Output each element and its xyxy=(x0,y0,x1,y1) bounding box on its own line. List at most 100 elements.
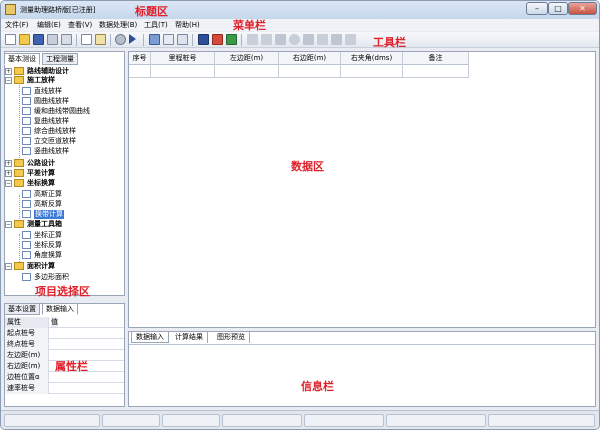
polyline-icon[interactable] xyxy=(345,34,356,45)
folder-open-icon xyxy=(14,76,24,84)
paste-icon[interactable] xyxy=(95,34,106,45)
table-cell[interactable] xyxy=(341,65,403,78)
open-icon[interactable] xyxy=(19,34,30,45)
settings-gear-icon[interactable] xyxy=(115,34,126,45)
folder-open-icon xyxy=(14,179,24,187)
toolbar-separator xyxy=(192,34,193,46)
toolbar xyxy=(1,32,599,48)
annotation-info-bar: 信息栏 xyxy=(301,380,334,393)
tab-basic-setup[interactable]: 基本测设 xyxy=(4,53,40,65)
table-row[interactable] xyxy=(129,65,469,78)
annotation-toolbar: 工具栏 xyxy=(373,36,406,49)
folder-icon xyxy=(14,67,24,75)
menu-help[interactable]: 帮助(H) xyxy=(175,20,200,30)
menu-data-processing[interactable]: 数据处理(B) xyxy=(99,20,137,30)
line-tool-icon[interactable] xyxy=(247,34,258,45)
pan-hand-icon[interactable] xyxy=(303,34,314,45)
close-button[interactable]: ✕ xyxy=(568,2,597,15)
document-icon xyxy=(22,251,31,259)
document-icon xyxy=(22,117,31,125)
data-grid-panel: 序号 里程桩号 左边距(m) 右边距(m) 右夹角(dms) 备注 xyxy=(128,51,596,328)
new-icon[interactable] xyxy=(5,34,16,45)
toolbar-separator xyxy=(110,34,111,46)
document-icon xyxy=(22,107,31,115)
save-icon[interactable] xyxy=(33,34,44,45)
status-segment xyxy=(304,414,384,427)
table-cell[interactable] xyxy=(279,65,341,78)
curve-tool-icon[interactable] xyxy=(261,34,272,45)
menu-tools[interactable]: 工具(T) xyxy=(144,20,168,30)
chart-icon[interactable] xyxy=(149,34,160,45)
property-label: 终点桩号 xyxy=(5,339,49,350)
minimize-button[interactable]: – xyxy=(526,2,548,15)
menu-edit[interactable]: 编辑(E) xyxy=(37,20,61,30)
menu-file[interactable]: 文件(F) xyxy=(5,20,29,30)
tab-calc-results[interactable]: 计算结果 xyxy=(171,332,208,343)
tree-connector xyxy=(19,195,20,223)
marker-icon[interactable] xyxy=(212,34,223,45)
annotation-data-area: 数据区 xyxy=(291,160,324,173)
status-segment xyxy=(386,414,486,427)
property-label: 左边距(m) xyxy=(5,350,49,361)
annotation-property-bar: 属性栏 xyxy=(55,360,88,373)
window-title: 测量助理路桥版[已注册] xyxy=(20,6,96,14)
column-header[interactable]: 里程桩号 xyxy=(151,52,215,65)
grid-header: 序号 里程桩号 左边距(m) 右边距(m) 右夹角(dms) 备注 xyxy=(129,52,469,65)
property-header: 属性 值 xyxy=(5,317,124,328)
document-icon xyxy=(22,97,31,105)
menu-bar: 文件(F) 编辑(E) 查看(V) 数据处理(B) 工具(T) 帮助(H) xyxy=(1,19,599,31)
document-icon xyxy=(22,137,31,145)
zoom-icon[interactable] xyxy=(289,34,300,45)
print-preview-icon[interactable] xyxy=(47,34,58,45)
measure-icon[interactable] xyxy=(198,34,209,45)
main-window: 测量助理路桥版[已注册] – □ ✕ 文件(F) 编辑(E) 查看(V) 数据处… xyxy=(0,0,600,430)
tree-connector xyxy=(19,85,20,164)
app-icon xyxy=(5,4,16,15)
info-divider xyxy=(129,344,595,345)
table-cell[interactable] xyxy=(403,65,469,78)
fill-icon[interactable] xyxy=(331,34,342,45)
property-row[interactable]: 终点桩号 xyxy=(5,339,124,350)
tab-bottom-data-input[interactable]: 数据输入 xyxy=(131,332,169,343)
tab-basic-settings[interactable]: 基本设置 xyxy=(4,303,40,315)
status-segment xyxy=(4,414,100,427)
run-play-icon[interactable] xyxy=(129,34,136,44)
maximize-button[interactable]: □ xyxy=(548,2,568,15)
edit-doc-icon[interactable] xyxy=(177,34,188,45)
property-row[interactable]: 起点桩号 xyxy=(5,328,124,339)
toolbar-separator xyxy=(241,34,242,46)
tab-engineering-survey[interactable]: 工程测量 xyxy=(42,53,78,65)
grid-icon[interactable] xyxy=(317,34,328,45)
annotation-menu-bar: 菜单栏 xyxy=(233,19,266,32)
status-segment xyxy=(222,414,302,427)
property-label: 起点桩号 xyxy=(5,328,49,339)
rectangle-tool-icon[interactable] xyxy=(275,34,286,45)
print-icon[interactable] xyxy=(61,34,72,45)
column-header[interactable]: 备注 xyxy=(403,52,469,65)
column-header[interactable]: 右边距(m) xyxy=(279,52,341,65)
copy-icon[interactable] xyxy=(81,34,92,45)
column-header[interactable]: 右夹角(dms) xyxy=(341,52,403,65)
document-icon xyxy=(22,200,31,208)
document-icon xyxy=(22,147,31,155)
column-header[interactable]: 左边距(m) xyxy=(215,52,279,65)
table-cell[interactable] xyxy=(151,65,215,78)
tab-data-input[interactable]: 数据输入 xyxy=(42,303,78,315)
menu-view[interactable]: 查看(V) xyxy=(68,20,92,30)
document-icon xyxy=(22,241,31,249)
status-segment xyxy=(488,414,595,427)
folder-icon xyxy=(14,169,24,177)
table-cell[interactable] xyxy=(129,65,151,78)
property-label: 右边距(m) xyxy=(5,361,49,372)
property-row[interactable]: 速率桩号 xyxy=(5,383,124,394)
document-icon xyxy=(22,231,31,239)
tab-graphic-preview[interactable]: 图形预览 xyxy=(213,332,250,343)
toolbar-separator xyxy=(143,34,144,46)
table-icon[interactable] xyxy=(163,34,174,45)
select-icon[interactable] xyxy=(226,34,237,45)
status-segment xyxy=(162,414,220,427)
column-header[interactable]: 序号 xyxy=(129,52,151,65)
table-cell[interactable] xyxy=(215,65,279,78)
title-bar: 测量助理路桥版[已注册] – □ ✕ xyxy=(1,1,599,19)
property-label: 速率桩号 xyxy=(5,383,49,394)
